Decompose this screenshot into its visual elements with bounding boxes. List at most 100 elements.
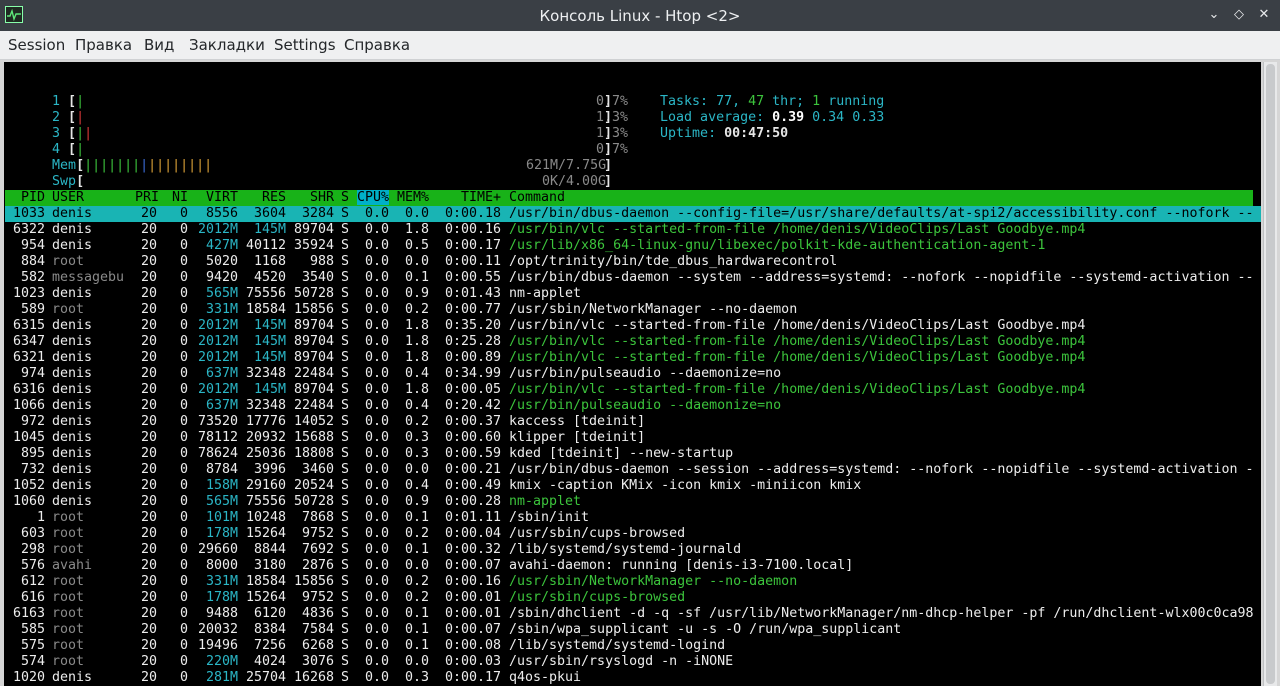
cell-pri: 20 — [140, 254, 157, 269]
cell-pri: 20 — [140, 478, 157, 493]
menu-view[interactable]: Вид — [144, 36, 174, 54]
process-row[interactable]: 1033 denis 20 0 8556 3604 3284 S 0.0 0.0 0:00.18/u… — [5, 206, 1261, 222]
cell-user: denis — [52, 430, 93, 445]
cell-state: S — [341, 366, 350, 381]
menu-help[interactable]: Справка — [344, 36, 410, 54]
col-pri[interactable]: PRI — [135, 190, 159, 205]
cell-pid: 589 — [20, 302, 45, 317]
col-pid[interactable]: PID — [5, 190, 45, 205]
process-row[interactable]: 732 denis 20 0 8784 3996 3460 S 0.0 0.0 0:00.21/us… — [5, 462, 1261, 478]
cell-shr: 7868 — [301, 510, 334, 525]
process-row[interactable]: 884 root 20 0 5020 1168 988 S 0.0 0.0 0:00.11/opt/… — [5, 254, 1261, 270]
process-row[interactable]: 585 root 20 0 20032 8384 7584 S 0.0 0.1 0:00.07/sb… — [5, 622, 1261, 638]
cell-cpu: 0.0 — [364, 382, 389, 397]
process-row[interactable]: 6315 denis 20 0 2012M 145M 89704 S 0.0 1.8 0:35.20… — [5, 318, 1261, 334]
cell-command: /usr/bin/vlc --started-from-file /home/d… — [509, 334, 1086, 349]
menu-settings[interactable]: Settings — [274, 36, 336, 54]
cell-time: 0:00.59 — [444, 446, 501, 461]
cell-res: 8384 — [253, 622, 286, 637]
col-time[interactable]: TIME+ — [437, 190, 501, 205]
cell-virt: 427M — [205, 238, 238, 253]
cell-res: 32348 — [245, 398, 286, 413]
cell-res: 145M — [253, 350, 286, 365]
col-virt[interactable]: VIRT — [190, 190, 238, 205]
cell-shr: 3076 — [301, 654, 334, 669]
cell-user: denis — [52, 222, 93, 237]
cell-virt: 19496 — [197, 638, 238, 653]
cell-user: root — [52, 526, 85, 541]
cell-time: 0:00.21 — [444, 462, 501, 477]
cell-cpu: 0.0 — [364, 302, 389, 317]
terminal-area[interactable]: 1 [| 0.7%] 2 [| 1.3%] 3 [|| 1.3%] 4 [| 0… — [4, 62, 1261, 686]
cell-ni: 0 — [179, 622, 188, 637]
process-row[interactable]: 6316 denis 20 0 2012M 145M 89704 S 0.0 1.8 0:00.05… — [5, 382, 1261, 398]
process-table-header: PID USER PRI NI VIRT RES SHR S CPU% MEM%… — [5, 190, 1253, 206]
col-s[interactable]: S — [341, 190, 349, 205]
process-row[interactable]: 1052 denis 20 0 158M 29160 20524 S 0.0 0.4 0:00.49… — [5, 478, 1261, 494]
cell-pid: 954 — [20, 238, 45, 253]
process-row[interactable]: 6322 denis 20 0 2012M 145M 89704 S 0.0 1.8 0:00.16… — [5, 222, 1261, 238]
process-row[interactable]: 6163 root 20 0 9488 6120 4836 S 0.0 0.1 0:00.01/sb… — [5, 606, 1261, 622]
cell-shr: 988 — [309, 254, 334, 269]
cell-virt: 565M — [205, 286, 238, 301]
cell-pid: 575 — [20, 638, 45, 653]
process-row[interactable]: 6321 denis 20 0 2012M 145M 89704 S 0.0 1.8 0:00.89… — [5, 350, 1261, 366]
process-row[interactable]: 582 messagebu 20 0 9420 4520 3540 S 0.0 0.1 0:00.5… — [5, 270, 1261, 286]
menu-session[interactable]: Session — [8, 36, 65, 54]
process-row[interactable]: 616 root 20 0 178M 15264 9752 S 0.0 0.2 0:00.01/us… — [5, 590, 1261, 606]
col-shr[interactable]: SHR — [286, 190, 334, 205]
process-row[interactable]: 6347 denis 20 0 2012M 145M 89704 S 0.0 1.8 0:25.28… — [5, 334, 1261, 350]
cell-shr: 50728 — [293, 494, 334, 509]
cell-res: 20932 — [245, 430, 286, 445]
process-row[interactable]: 589 root 20 0 331M 18584 15856 S 0.0 0.2 0:00.77/u… — [5, 302, 1261, 318]
process-row[interactable]: 895 denis 20 0 78624 25036 18808 S 0.0 0.3 0:00.59… — [5, 446, 1261, 462]
menu-bookmarks[interactable]: Закладки — [189, 36, 265, 54]
close-icon[interactable]: ✕ — [1255, 6, 1273, 24]
window-titlebar[interactable]: Консоль Linux - Htop <2> ⌄ ◇ ✕ — [0, 0, 1280, 31]
process-row[interactable]: 1 root 20 0 101M 10248 7868 S 0.0 0.1 0:01.11/sbin… — [5, 510, 1261, 526]
cell-user: denis — [52, 446, 93, 461]
process-row[interactable]: 1020 denis 20 0 281M 25704 16268 S 0.0 0.3 0:00.17… — [5, 670, 1261, 686]
process-row[interactable]: 603 root 20 0 178M 15264 9752 S 0.0 0.2 0:00.04/us… — [5, 526, 1261, 542]
process-row[interactable]: 1023 denis 20 0 565M 75556 50728 S 0.0 0.9 0:01.43… — [5, 286, 1261, 302]
cell-time: 0:34.99 — [444, 366, 501, 381]
col-res[interactable]: RES — [238, 190, 286, 205]
cell-res: 3996 — [253, 462, 286, 477]
process-row[interactable]: 1066 denis 20 0 637M 32348 22484 S 0.0 0.4 0:20.42… — [5, 398, 1261, 414]
process-row[interactable]: 972 denis 20 0 73520 17776 14052 S 0.0 0.2 0:00.37… — [5, 414, 1261, 430]
cell-res: 3180 — [253, 558, 286, 573]
process-row[interactable]: 1045 denis 20 0 78112 20932 15688 S 0.0 0.3 0:00.6… — [5, 430, 1261, 446]
process-row[interactable]: 974 denis 20 0 637M 32348 22484 S 0.0 0.4 0:34.99 /… — [5, 366, 1261, 382]
cell-user: denis — [52, 238, 93, 253]
cell-shr: 50728 — [293, 286, 334, 301]
cell-pid: 884 — [20, 254, 45, 269]
col-mem[interactable]: MEM% — [397, 190, 429, 205]
cell-pid: 972 — [20, 414, 45, 429]
scrollbar[interactable] — [1263, 62, 1277, 686]
maximize-icon[interactable]: ◇ — [1230, 6, 1248, 24]
col-command[interactable]: Command — [509, 190, 565, 205]
minimize-icon[interactable]: ⌄ — [1205, 6, 1223, 24]
cell-user: root — [52, 510, 85, 525]
process-row[interactable]: 576 avahi 20 0 8000 3180 2876 S 0.0 0.0 0:00.07 ava… — [5, 558, 1261, 574]
cell-state: S — [341, 382, 350, 397]
process-row[interactable]: 574 root 20 0 220M 4024 3076 S 0.0 0.0 0:00.03/usr… — [5, 654, 1261, 670]
col-user[interactable]: USER — [52, 190, 84, 205]
cell-pid: 732 — [20, 462, 45, 477]
menu-edit[interactable]: Правка — [75, 36, 132, 54]
col-cpu[interactable]: CPU% — [357, 190, 389, 205]
cell-res: 4520 — [253, 270, 286, 285]
cell-cpu: 0.0 — [364, 334, 389, 349]
cell-shr: 15688 — [293, 430, 334, 445]
process-row[interactable]: 1060 denis 20 0 565M 75556 50728 S 0.0 0.9 0:00.28… — [5, 494, 1261, 510]
process-row[interactable]: 612 root 20 0 331M 18584 15856 S 0.0 0.2 0:00.16/u… — [5, 574, 1261, 590]
process-row[interactable]: 575 root 20 0 19496 7256 6268 S 0.0 0.1 0:00.08/li… — [5, 638, 1261, 654]
scroll-thumb[interactable] — [1266, 64, 1275, 684]
cell-virt: 2012M — [197, 334, 238, 349]
cell-cpu: 0.0 — [364, 574, 389, 589]
process-row[interactable]: 298 root 20 0 29660 8844 7692 S 0.0 0.1 0:00.32/li… — [5, 542, 1261, 558]
col-ni[interactable]: NI — [165, 190, 188, 205]
cell-res: 7256 — [253, 638, 286, 653]
cell-pid: 1066 — [12, 398, 45, 413]
process-row[interactable]: 954 denis 20 0 427M 40112 35924 S 0.0 0.5 0:00.17 /… — [5, 238, 1261, 254]
